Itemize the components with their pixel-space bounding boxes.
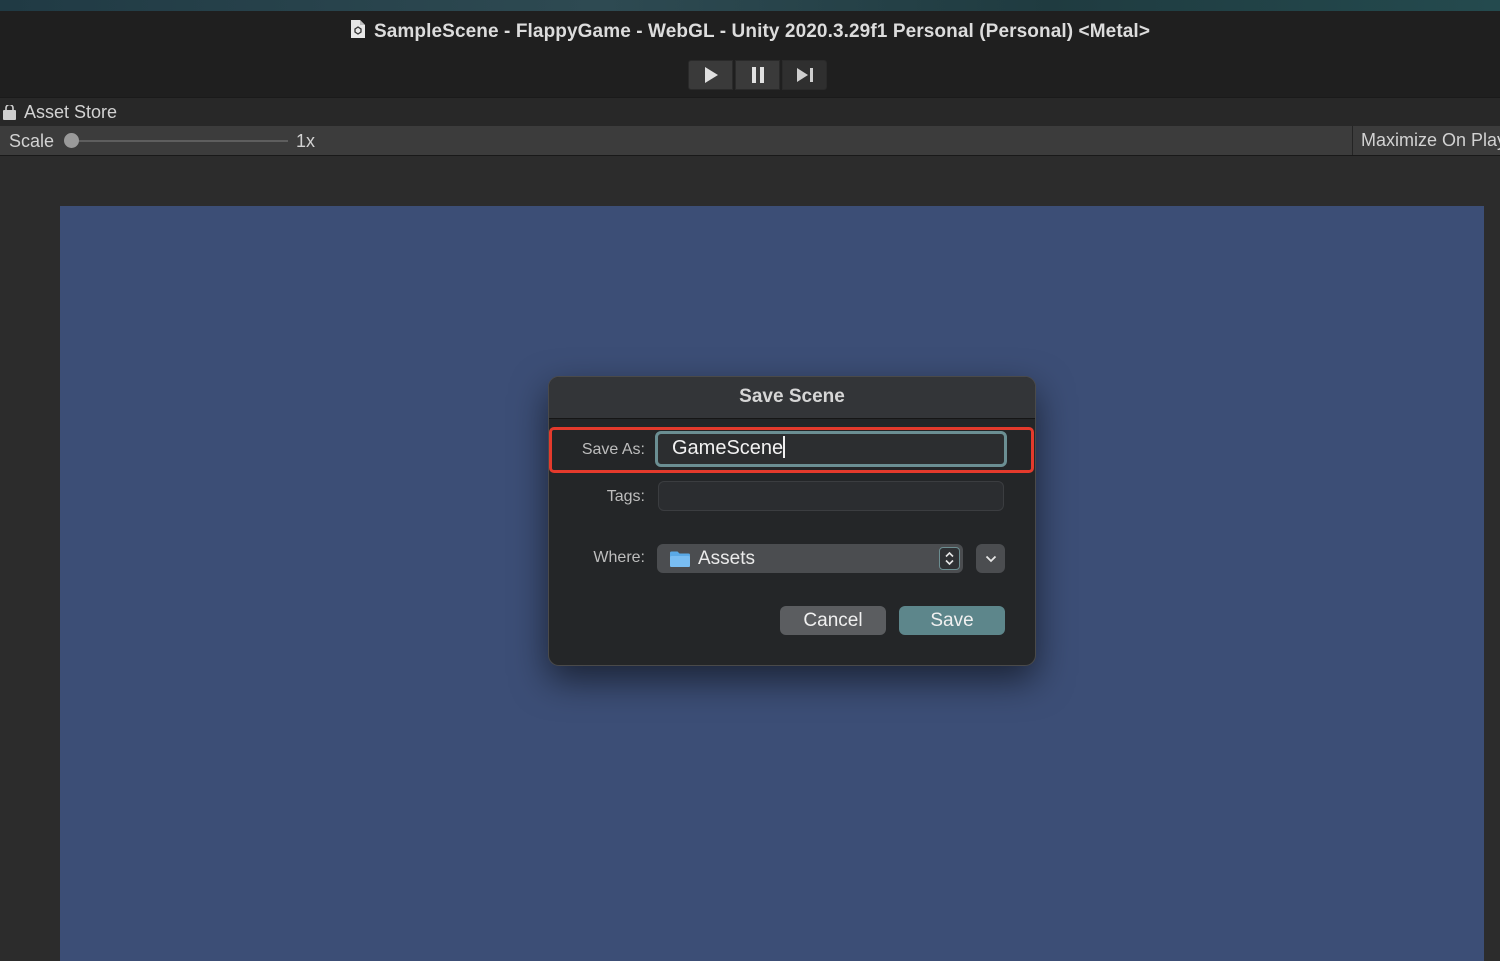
maximize-on-play-toggle[interactable]: Maximize On Play (1352, 126, 1500, 155)
window-title-text: SampleScene - FlappyGame - WebGL - Unity… (373, 21, 1151, 42)
stepper-icon (939, 547, 960, 570)
window-title: SampleScene - FlappyGame - WebGL - Unity… (0, 19, 1500, 45)
play-icon (704, 67, 718, 83)
tags-label: Tags: (606, 488, 645, 505)
tab-label: Asset Store (24, 102, 118, 122)
save-scene-dialog: Save Scene Save As: GameScene Tags: Wher… (548, 376, 1036, 666)
game-view-toolbar: Scale 1x Maximize On Play (0, 126, 1500, 156)
where-value: Assets (698, 547, 756, 569)
unity-scene-icon (350, 19, 366, 45)
save-as-input[interactable]: GameScene (655, 431, 1007, 467)
shopping-bag-icon (3, 104, 16, 120)
where-select[interactable]: Assets (657, 544, 963, 573)
text-caret (783, 436, 785, 458)
scale-slider-track[interactable] (66, 140, 288, 142)
save-button[interactable]: Save (899, 606, 1005, 635)
chevron-down-icon (985, 555, 996, 562)
scale-value: 1x (296, 131, 316, 151)
pause-icon (751, 67, 764, 83)
tags-input[interactable] (658, 481, 1004, 511)
save-as-label: Save As: (581, 441, 645, 458)
step-button[interactable] (782, 60, 827, 90)
save-as-value: GameScene (672, 437, 784, 459)
play-button[interactable] (688, 60, 733, 90)
folder-icon (670, 551, 690, 567)
where-label: Where: (593, 549, 645, 566)
scale-slider-thumb[interactable] (64, 133, 79, 148)
window-top-strip (0, 0, 1500, 11)
tab-row: Asset Store (0, 97, 1500, 126)
expand-button[interactable] (976, 544, 1005, 573)
tab-asset-store[interactable]: Asset Store (2, 102, 117, 123)
dialog-title: Save Scene (549, 377, 1035, 419)
pause-button[interactable] (735, 60, 780, 90)
play-controls (688, 60, 827, 90)
scale-label: Scale (9, 131, 55, 151)
cancel-button[interactable]: Cancel (780, 606, 886, 635)
title-bar: SampleScene - FlappyGame - WebGL - Unity… (0, 11, 1500, 97)
step-icon (796, 68, 813, 82)
